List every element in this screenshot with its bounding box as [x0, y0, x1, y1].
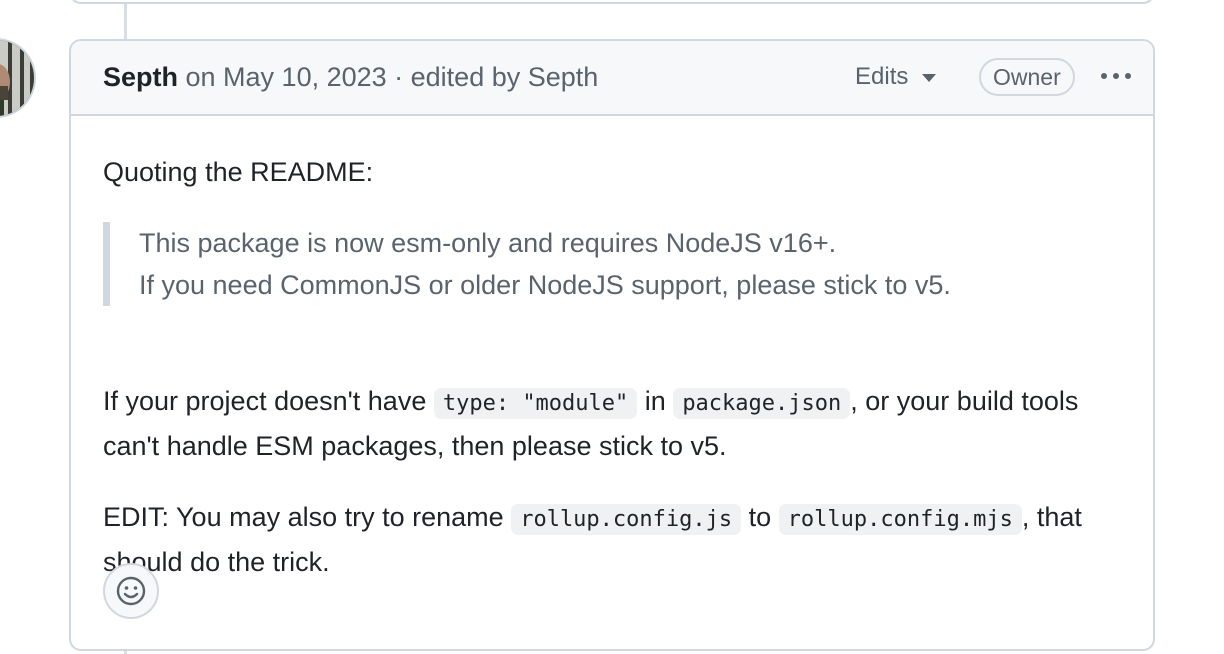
inline-code: rollup.config.js	[511, 504, 742, 535]
smiley-icon	[116, 576, 146, 606]
chevron-down-icon	[922, 74, 937, 82]
paragraph: EDIT: You may also try to rename rollup.…	[103, 496, 1113, 583]
avatar-image	[0, 40, 34, 116]
edits-label: Edits	[855, 63, 909, 90]
text: to	[741, 502, 779, 532]
inline-code: rollup.config.mjs	[778, 504, 1022, 535]
paragraph: Quoting the README:	[103, 157, 374, 187]
blockquote: This package is now esm-only and require…	[103, 222, 951, 306]
quote-line: This package is now esm-only and require…	[139, 228, 837, 258]
comment-meta: Septh on May 10, 2023 · edited by Septh	[103, 62, 598, 93]
inline-code: type: "module"	[433, 388, 638, 419]
editor-link[interactable]: Septh	[528, 62, 599, 92]
comment-date[interactable]: on May 10, 2023 · edited by	[178, 62, 528, 92]
text: in	[637, 386, 674, 416]
timeline-connector	[124, 4, 127, 40]
comment-card: Septh on May 10, 2023 · edited by Septh …	[69, 39, 1155, 651]
kebab-horizontal-icon[interactable]	[1101, 69, 1131, 83]
paragraph: If your project doesn't have type: "modu…	[103, 380, 1113, 467]
comment-header: Septh on May 10, 2023 · edited by Septh …	[71, 41, 1153, 116]
timeline: Septh on May 10, 2023 · edited by Septh …	[0, 0, 1224, 654]
text: If your project doesn't have	[103, 386, 434, 416]
previous-comment-box	[69, 0, 1155, 4]
edits-dropdown[interactable]: Edits	[855, 63, 937, 91]
avatar[interactable]	[0, 38, 36, 118]
author-link[interactable]: Septh	[103, 62, 178, 92]
quote-line: If you need CommonJS or older NodeJS sup…	[139, 270, 951, 300]
text: EDIT: You may also try to rename	[103, 502, 512, 532]
inline-code: package.json	[673, 388, 851, 419]
add-reaction-button[interactable]	[103, 563, 159, 619]
owner-badge: Owner	[979, 58, 1075, 96]
